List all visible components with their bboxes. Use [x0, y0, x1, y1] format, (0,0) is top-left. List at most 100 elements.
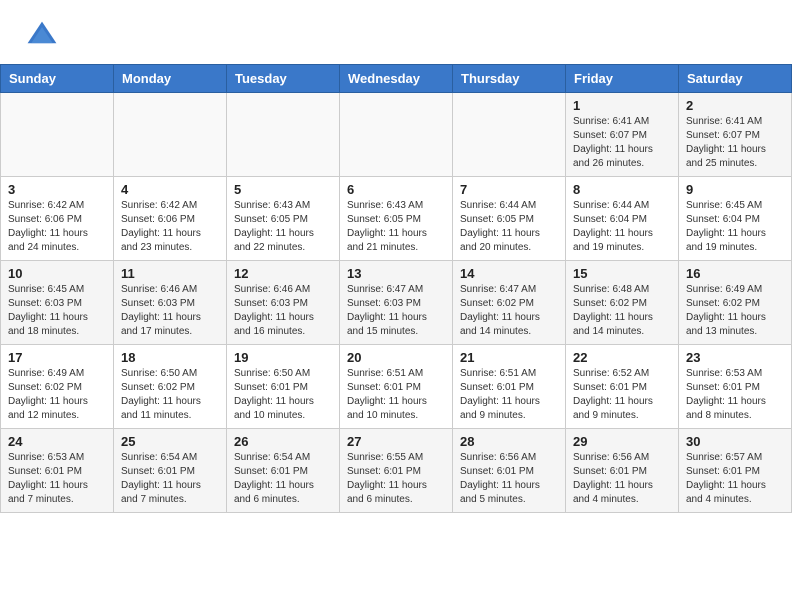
calendar-cell — [1, 93, 114, 177]
day-number: 29 — [573, 434, 671, 449]
day-detail: Sunrise: 6:43 AM Sunset: 6:05 PM Dayligh… — [347, 199, 445, 255]
day-number: 10 — [8, 266, 106, 281]
day-detail: Sunrise: 6:44 AM Sunset: 6:05 PM Dayligh… — [460, 199, 558, 255]
day-detail: Sunrise: 6:54 AM Sunset: 6:01 PM Dayligh… — [121, 451, 219, 507]
weekday-header-monday: Monday — [114, 65, 227, 93]
day-detail: Sunrise: 6:52 AM Sunset: 6:01 PM Dayligh… — [573, 367, 671, 423]
calendar-cell — [453, 93, 566, 177]
calendar-cell: 19 Sunrise: 6:50 AM Sunset: 6:01 PM Dayli… — [227, 345, 340, 429]
calendar-cell — [340, 93, 453, 177]
day-number: 1 — [573, 98, 671, 113]
calendar-table: SundayMondayTuesdayWednesdayThursdayFrid… — [0, 64, 792, 513]
weekday-header-sunday: Sunday — [1, 65, 114, 93]
week-row-0: 1 Sunrise: 6:41 AM Sunset: 6:07 PM Daylig… — [1, 93, 792, 177]
calendar-cell: 3 Sunrise: 6:42 AM Sunset: 6:06 PM Daylig… — [1, 177, 114, 261]
day-number: 18 — [121, 350, 219, 365]
calendar-cell: 18 Sunrise: 6:50 AM Sunset: 6:02 PM Dayli… — [114, 345, 227, 429]
day-detail: Sunrise: 6:46 AM Sunset: 6:03 PM Dayligh… — [234, 283, 332, 339]
day-number: 14 — [460, 266, 558, 281]
calendar-body: 1 Sunrise: 6:41 AM Sunset: 6:07 PM Daylig… — [1, 93, 792, 513]
logo — [24, 18, 66, 54]
day-detail: Sunrise: 6:42 AM Sunset: 6:06 PM Dayligh… — [121, 199, 219, 255]
day-detail: Sunrise: 6:46 AM Sunset: 6:03 PM Dayligh… — [121, 283, 219, 339]
weekday-header-tuesday: Tuesday — [227, 65, 340, 93]
day-detail: Sunrise: 6:43 AM Sunset: 6:05 PM Dayligh… — [234, 199, 332, 255]
day-number: 4 — [121, 182, 219, 197]
day-number: 13 — [347, 266, 445, 281]
day-number: 25 — [121, 434, 219, 449]
calendar-cell: 6 Sunrise: 6:43 AM Sunset: 6:05 PM Daylig… — [340, 177, 453, 261]
calendar-cell: 23 Sunrise: 6:53 AM Sunset: 6:01 PM Dayli… — [679, 345, 792, 429]
logo-icon — [24, 18, 60, 54]
week-row-2: 10 Sunrise: 6:45 AM Sunset: 6:03 PM Dayli… — [1, 261, 792, 345]
day-number: 2 — [686, 98, 784, 113]
day-number: 21 — [460, 350, 558, 365]
calendar-cell — [227, 93, 340, 177]
day-detail: Sunrise: 6:41 AM Sunset: 6:07 PM Dayligh… — [686, 115, 784, 171]
day-detail: Sunrise: 6:56 AM Sunset: 6:01 PM Dayligh… — [460, 451, 558, 507]
calendar-cell: 9 Sunrise: 6:45 AM Sunset: 6:04 PM Daylig… — [679, 177, 792, 261]
week-row-4: 24 Sunrise: 6:53 AM Sunset: 6:01 PM Dayli… — [1, 429, 792, 513]
day-number: 6 — [347, 182, 445, 197]
weekday-header-friday: Friday — [566, 65, 679, 93]
weekday-header-saturday: Saturday — [679, 65, 792, 93]
day-number: 23 — [686, 350, 784, 365]
day-number: 27 — [347, 434, 445, 449]
day-number: 30 — [686, 434, 784, 449]
day-detail: Sunrise: 6:49 AM Sunset: 6:02 PM Dayligh… — [8, 367, 106, 423]
calendar-cell: 12 Sunrise: 6:46 AM Sunset: 6:03 PM Dayli… — [227, 261, 340, 345]
day-number: 20 — [347, 350, 445, 365]
calendar-cell: 25 Sunrise: 6:54 AM Sunset: 6:01 PM Dayli… — [114, 429, 227, 513]
day-detail: Sunrise: 6:51 AM Sunset: 6:01 PM Dayligh… — [460, 367, 558, 423]
calendar-cell: 30 Sunrise: 6:57 AM Sunset: 6:01 PM Dayli… — [679, 429, 792, 513]
weekday-row: SundayMondayTuesdayWednesdayThursdayFrid… — [1, 65, 792, 93]
day-number: 12 — [234, 266, 332, 281]
day-number: 9 — [686, 182, 784, 197]
calendar-header: SundayMondayTuesdayWednesdayThursdayFrid… — [1, 65, 792, 93]
day-number: 7 — [460, 182, 558, 197]
calendar-cell — [114, 93, 227, 177]
day-detail: Sunrise: 6:56 AM Sunset: 6:01 PM Dayligh… — [573, 451, 671, 507]
calendar-cell: 17 Sunrise: 6:49 AM Sunset: 6:02 PM Dayli… — [1, 345, 114, 429]
week-row-3: 17 Sunrise: 6:49 AM Sunset: 6:02 PM Dayli… — [1, 345, 792, 429]
calendar-cell: 1Sunrise: 6:41 AM Sunset: 6:07 PM Daylig… — [566, 93, 679, 177]
calendar-cell: 13 Sunrise: 6:47 AM Sunset: 6:03 PM Dayli… — [340, 261, 453, 345]
calendar-cell: 24 Sunrise: 6:53 AM Sunset: 6:01 PM Dayli… — [1, 429, 114, 513]
day-number: 24 — [8, 434, 106, 449]
calendar-cell: 7 Sunrise: 6:44 AM Sunset: 6:05 PM Daylig… — [453, 177, 566, 261]
day-number: 22 — [573, 350, 671, 365]
day-detail: Sunrise: 6:50 AM Sunset: 6:02 PM Dayligh… — [121, 367, 219, 423]
calendar-cell: 16 Sunrise: 6:49 AM Sunset: 6:02 PM Dayli… — [679, 261, 792, 345]
day-detail: Sunrise: 6:55 AM Sunset: 6:01 PM Dayligh… — [347, 451, 445, 507]
calendar-cell: 14Sunrise: 6:47 AM Sunset: 6:02 PM Dayli… — [453, 261, 566, 345]
calendar-cell: 10 Sunrise: 6:45 AM Sunset: 6:03 PM Dayli… — [1, 261, 114, 345]
day-number: 19 — [234, 350, 332, 365]
calendar-cell: 27 Sunrise: 6:55 AM Sunset: 6:01 PM Dayli… — [340, 429, 453, 513]
calendar-cell: 2 Sunrise: 6:41 AM Sunset: 6:07 PM Daylig… — [679, 93, 792, 177]
day-number: 11 — [121, 266, 219, 281]
day-detail: Sunrise: 6:49 AM Sunset: 6:02 PM Dayligh… — [686, 283, 784, 339]
page-header — [0, 0, 792, 64]
calendar-cell: 4 Sunrise: 6:42 AM Sunset: 6:06 PM Daylig… — [114, 177, 227, 261]
day-detail: Sunrise: 6:47 AM Sunset: 6:03 PM Dayligh… — [347, 283, 445, 339]
day-number: 15 — [573, 266, 671, 281]
day-number: 17 — [8, 350, 106, 365]
day-detail: Sunrise: 6:50 AM Sunset: 6:01 PM Dayligh… — [234, 367, 332, 423]
day-detail: Sunrise: 6:45 AM Sunset: 6:03 PM Dayligh… — [8, 283, 106, 339]
calendar-cell: 21 Sunrise: 6:51 AM Sunset: 6:01 PM Dayli… — [453, 345, 566, 429]
calendar-cell: 22 Sunrise: 6:52 AM Sunset: 6:01 PM Dayli… — [566, 345, 679, 429]
day-number: 3 — [8, 182, 106, 197]
day-number: 28 — [460, 434, 558, 449]
day-detail: Sunrise: 6:45 AM Sunset: 6:04 PM Dayligh… — [686, 199, 784, 255]
day-detail: Sunrise: 6:57 AM Sunset: 6:01 PM Dayligh… — [686, 451, 784, 507]
day-detail: Sunrise: 6:51 AM Sunset: 6:01 PM Dayligh… — [347, 367, 445, 423]
calendar-cell: 20 Sunrise: 6:51 AM Sunset: 6:01 PM Dayli… — [340, 345, 453, 429]
weekday-header-thursday: Thursday — [453, 65, 566, 93]
day-detail: Sunrise: 6:53 AM Sunset: 6:01 PM Dayligh… — [8, 451, 106, 507]
day-detail: Sunrise: 6:53 AM Sunset: 6:01 PM Dayligh… — [686, 367, 784, 423]
calendar-cell: 29 Sunrise: 6:56 AM Sunset: 6:01 PM Dayli… — [566, 429, 679, 513]
day-detail: Sunrise: 6:42 AM Sunset: 6:06 PM Dayligh… — [8, 199, 106, 255]
day-number: 16 — [686, 266, 784, 281]
calendar-cell: 26Sunrise: 6:54 AM Sunset: 6:01 PM Dayli… — [227, 429, 340, 513]
day-number: 26 — [234, 434, 332, 449]
